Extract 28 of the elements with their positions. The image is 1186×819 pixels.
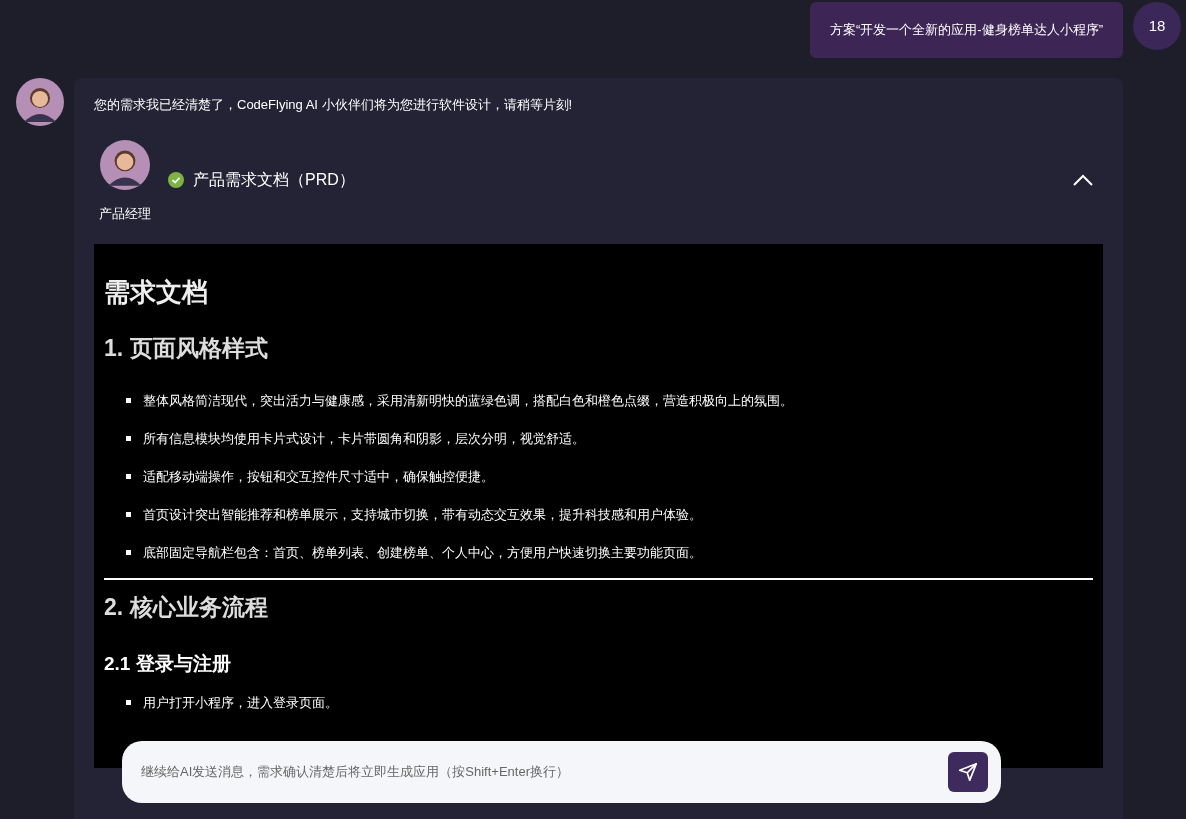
avatar-icon bbox=[16, 78, 64, 126]
avatar-icon bbox=[100, 140, 150, 190]
bullet-icon bbox=[126, 699, 131, 705]
list-item-text: 整体风格简洁现代，突出活力与健康感，采用清新明快的蓝绿色调，搭配白色和橙色点缀，营造积极向上的氛围。 bbox=[143, 392, 793, 408]
subsection-heading: 2.1 登录与注册 bbox=[104, 651, 232, 676]
message-text: 您的需求我已经清楚了，CodeFlying AI 小伙伴们将为您进行软件设计，请稍等片刻! bbox=[94, 96, 574, 114]
list-item-text: 底部固定导航栏包含：首页、榜单列表、创建榜单、个人中心，方便用户快速切换主要功能页面。 bbox=[143, 544, 702, 560]
role-label: 产品经理 bbox=[99, 205, 151, 223]
section-heading: 1. 页面风格样式 bbox=[104, 333, 269, 362]
list-item-text: 用户打开小程序，进入登录页面。 bbox=[143, 694, 338, 710]
bullet-icon bbox=[126, 473, 131, 479]
send-icon bbox=[958, 762, 978, 782]
list-item-text: 所有信息模块均使用卡片式设计，卡片带圆角和阴影，层次分明，视觉舒适。 bbox=[143, 430, 585, 446]
bullet-icon bbox=[126, 549, 131, 555]
task-title: 产品需求文档（PRD） bbox=[193, 170, 355, 190]
document-heading: 需求文档 bbox=[104, 276, 209, 307]
bullet-icon bbox=[126, 511, 131, 517]
bullet-icon bbox=[126, 397, 131, 403]
user-avatar: 18 bbox=[1133, 2, 1181, 50]
section-heading: 2. 核心业务流程 bbox=[104, 592, 269, 621]
list-item-text: 首页设计突出智能推荐和榜单展示，支持城市切换，带有动态交互效果，提升科技感和用户体验。 bbox=[143, 506, 702, 522]
send-button[interactable] bbox=[948, 752, 988, 792]
message-bubble: 方案“开发一个全新的应用-健身榜单达人小程序” bbox=[810, 2, 1123, 58]
message-input[interactable]: 继续给AI发送消息，需求确认清楚后将立即生成应用（按Shift+Enter换行） bbox=[141, 762, 948, 782]
chevron-icon bbox=[1073, 174, 1093, 186]
bullet-icon bbox=[126, 435, 131, 441]
message-field[interactable]: 继续给AI发送消息，需求确认清楚后将立即生成应用（按Shift+Enter换行） bbox=[122, 741, 1001, 803]
list-item-text: 适配移动端操作，按钮和交互控件尺寸适中，确保触控便捷。 bbox=[143, 468, 494, 484]
